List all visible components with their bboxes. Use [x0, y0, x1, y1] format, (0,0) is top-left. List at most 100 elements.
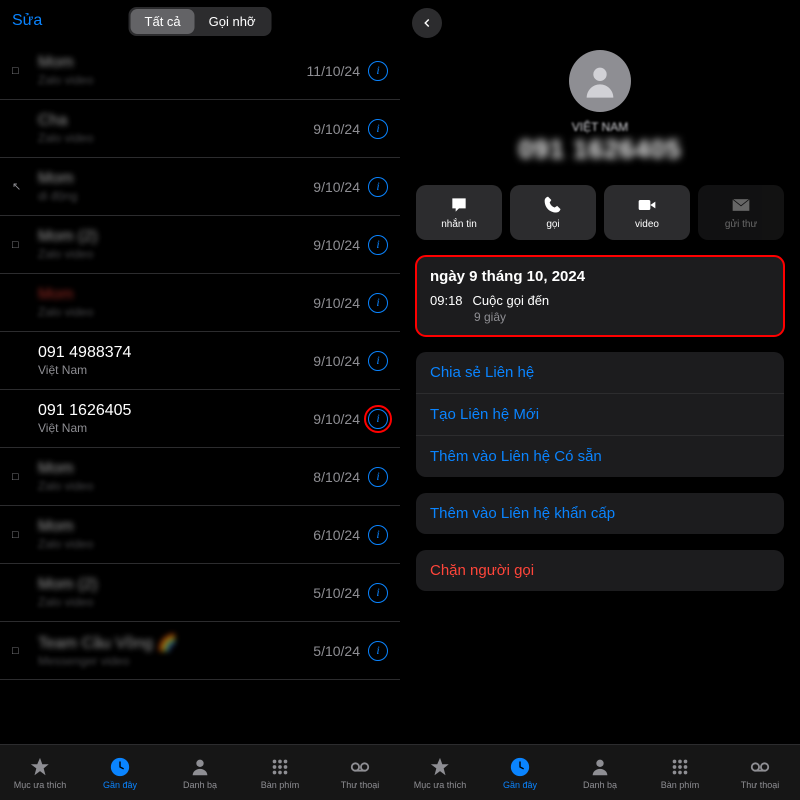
- phone-icon: ↖: [12, 180, 26, 193]
- tab-clock[interactable]: Gần đây: [80, 745, 160, 800]
- call-source: Việt Nam: [38, 363, 313, 377]
- call-row[interactable]: □ Team Cầu Vồng 🌈 Messenger video 5/10/2…: [0, 622, 400, 680]
- recents-pane: Sửa Tất cả Gọi nhỡ □ Mom Zalo video 11/1…: [0, 0, 400, 800]
- header: Sửa Tất cả Gọi nhỡ: [0, 0, 400, 42]
- call-row[interactable]: 091 4988374 Việt Nam 9/10/24 i: [0, 332, 400, 390]
- caller-name: Mom: [38, 286, 313, 304]
- call-source: Zalo video: [38, 479, 313, 493]
- bottom-tabs: Mục ưa thích Gần đây Danh bạ Bàn phím Thư th…: [0, 744, 400, 800]
- back-button[interactable]: [412, 8, 442, 38]
- call-list: □ Mom Zalo video 11/10/24 i Cha Zalo vid…: [0, 42, 400, 744]
- detail-pane: VIỆT NAM 091 1626405 nhắn tingọivideogửi…: [400, 0, 800, 800]
- call-date: 9/10/24: [313, 179, 360, 195]
- tab-contact[interactable]: Danh bạ: [160, 745, 240, 800]
- tab-keypad[interactable]: Bàn phím: [640, 745, 720, 800]
- tab-label: Mục ưa thích: [14, 780, 67, 790]
- log-duration: 9 giây: [474, 310, 770, 324]
- call-row[interactable]: Cha Zalo video 9/10/24 i: [0, 100, 400, 158]
- add-emergency[interactable]: Thêm vào Liên hệ khẩn cấp: [416, 493, 784, 534]
- video-icon: □: [12, 471, 26, 483]
- bottom-tabs: Mục ưa thích Gần đây Danh bạ Bàn phím Thư th…: [400, 744, 800, 800]
- info-icon[interactable]: i: [368, 467, 388, 487]
- call-row[interactable]: Mom (2) Zalo video 5/10/24 i: [0, 564, 400, 622]
- info-icon[interactable]: i: [368, 235, 388, 255]
- option-item[interactable]: Thêm vào Liên hệ Có sẵn: [416, 436, 784, 477]
- info-icon[interactable]: i: [368, 525, 388, 545]
- call-row[interactable]: ↖ Mom di động 9/10/24 i: [0, 158, 400, 216]
- tab-label: Gần đây: [503, 780, 537, 790]
- call-date: 9/10/24: [313, 295, 360, 311]
- call-row[interactable]: □ Mom (2) Zalo video 9/10/24 i: [0, 216, 400, 274]
- block-caller[interactable]: Chặn người gọi: [416, 550, 784, 591]
- block-option: Chặn người gọi: [416, 550, 784, 591]
- action-call[interactable]: gọi: [510, 185, 596, 240]
- call-date: 6/10/24: [313, 527, 360, 543]
- video-icon: □: [12, 529, 26, 541]
- call-source: Zalo video: [38, 247, 313, 261]
- info-icon[interactable]: i: [368, 61, 388, 81]
- call-date: 9/10/24: [313, 411, 360, 427]
- edit-button[interactable]: Sửa: [12, 12, 42, 30]
- call-row[interactable]: Mom Zalo video 9/10/24 i: [0, 274, 400, 332]
- info-icon[interactable]: i: [368, 641, 388, 661]
- action-label: nhắn tin: [441, 219, 477, 230]
- tab-all[interactable]: Tất cả: [131, 9, 195, 34]
- tab-label: Thư thoại: [741, 780, 780, 790]
- log-time: 09:18: [430, 293, 463, 308]
- tab-label: Bàn phím: [661, 780, 700, 790]
- call-source: Zalo video: [38, 595, 313, 609]
- tab-label: Danh bạ: [183, 780, 217, 790]
- tab-vm[interactable]: Thư thoại: [320, 745, 400, 800]
- info-icon[interactable]: i: [368, 119, 388, 139]
- tab-keypad[interactable]: Bàn phím: [240, 745, 320, 800]
- log-type: Cuộc gọi đến: [473, 293, 550, 308]
- info-icon[interactable]: i: [368, 293, 388, 313]
- log-date: ngày 9 tháng 10, 2024: [430, 268, 770, 285]
- call-source: Zalo video: [38, 131, 313, 145]
- tab-contact[interactable]: Danh bạ: [560, 745, 640, 800]
- action-msg[interactable]: nhắn tin: [416, 185, 502, 240]
- country-label: VIỆT NAM: [572, 120, 628, 134]
- tab-label: Thư thoại: [341, 780, 380, 790]
- action-label: gửi thư: [725, 219, 757, 230]
- avatar: [569, 50, 631, 112]
- info-icon[interactable]: i: [368, 177, 388, 197]
- caller-name: Mom: [38, 170, 313, 188]
- emergency-option: Thêm vào Liên hệ khẩn cấp: [416, 493, 784, 534]
- caller-name: 091 4988374: [38, 344, 313, 362]
- caller-name: Mom: [38, 518, 313, 536]
- caller-name: Mom: [38, 54, 307, 72]
- tab-vm[interactable]: Thư thoại: [720, 745, 800, 800]
- call-row[interactable]: □ Mom Zalo video 11/10/24 i: [0, 42, 400, 100]
- call-row[interactable]: □ Mom Zalo video 6/10/24 i: [0, 506, 400, 564]
- call-source: di động: [38, 189, 313, 203]
- call-row[interactable]: □ Mom Zalo video 8/10/24 i: [0, 448, 400, 506]
- action-label: gọi: [546, 219, 559, 230]
- option-item[interactable]: Chia sẻ Liên hệ: [416, 352, 784, 394]
- call-row[interactable]: 091 1626405 Việt Nam 9/10/24 i: [0, 390, 400, 448]
- info-icon[interactable]: i: [368, 583, 388, 603]
- call-source: Zalo video: [38, 73, 307, 87]
- tab-missed[interactable]: Gọi nhỡ: [195, 9, 270, 34]
- action-buttons: nhắn tin gọi video gửi thư: [400, 185, 800, 240]
- call-source: Messenger video: [38, 654, 313, 668]
- call-date: 5/10/24: [313, 585, 360, 601]
- info-icon[interactable]: i: [368, 409, 388, 429]
- action-mail: gửi thư: [698, 185, 784, 240]
- call-date: 9/10/24: [313, 121, 360, 137]
- caller-name: Team Cầu Vồng 🌈: [38, 633, 313, 653]
- caller-name: Mom: [38, 460, 313, 478]
- action-vid[interactable]: video: [604, 185, 690, 240]
- tab-clock[interactable]: Gần đây: [480, 745, 560, 800]
- tab-label: Bàn phím: [261, 780, 300, 790]
- call-date: 8/10/24: [313, 469, 360, 485]
- info-icon[interactable]: i: [368, 351, 388, 371]
- segment-control[interactable]: Tất cả Gọi nhỡ: [129, 7, 272, 36]
- option-item[interactable]: Tạo Liên hệ Mới: [416, 394, 784, 436]
- tab-star[interactable]: Mục ưa thích: [400, 745, 480, 800]
- caller-name: 091 1626405: [38, 402, 313, 420]
- caller-name: Cha: [38, 112, 313, 130]
- tab-star[interactable]: Mục ưa thích: [0, 745, 80, 800]
- call-date: 9/10/24: [313, 237, 360, 253]
- call-date: 5/10/24: [313, 643, 360, 659]
